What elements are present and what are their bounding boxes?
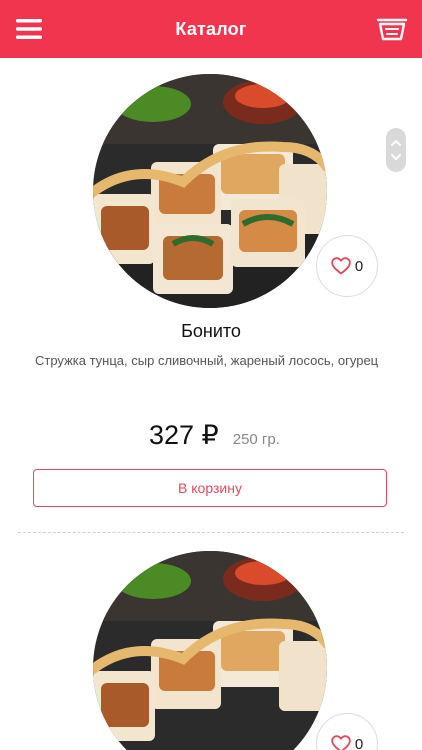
product-photo[interactable]	[93, 74, 327, 308]
app-header: Каталог	[0, 0, 422, 58]
like-button[interactable]: 0	[316, 713, 378, 750]
product-photo[interactable]	[93, 551, 327, 750]
price-row: 327 ₽ 250 гр.	[149, 420, 280, 451]
basket-icon[interactable]	[376, 14, 408, 42]
product-weight: 250 гр.	[232, 431, 280, 448]
hamburger-menu-icon[interactable]	[16, 19, 42, 39]
page-title: Каталог	[175, 18, 247, 39]
divider	[18, 532, 404, 533]
heart-icon	[331, 735, 351, 750]
sushi-roll-image	[93, 74, 327, 308]
like-count: 0	[354, 735, 364, 750]
product-description: Стружка тунца, сыр сливочный, жареный ло…	[35, 353, 379, 368]
like-button[interactable]: 0	[316, 235, 378, 297]
add-to-cart-button[interactable]: В корзину	[33, 469, 387, 507]
heart-icon	[331, 257, 351, 275]
product-name: Бонито	[181, 321, 241, 341]
product-price: 327 ₽	[149, 420, 219, 450]
sushi-roll-image	[93, 551, 327, 750]
like-count: 0	[354, 257, 364, 275]
scroll-indicator[interactable]	[386, 128, 406, 172]
scroll-arrows-icon	[391, 139, 401, 161]
